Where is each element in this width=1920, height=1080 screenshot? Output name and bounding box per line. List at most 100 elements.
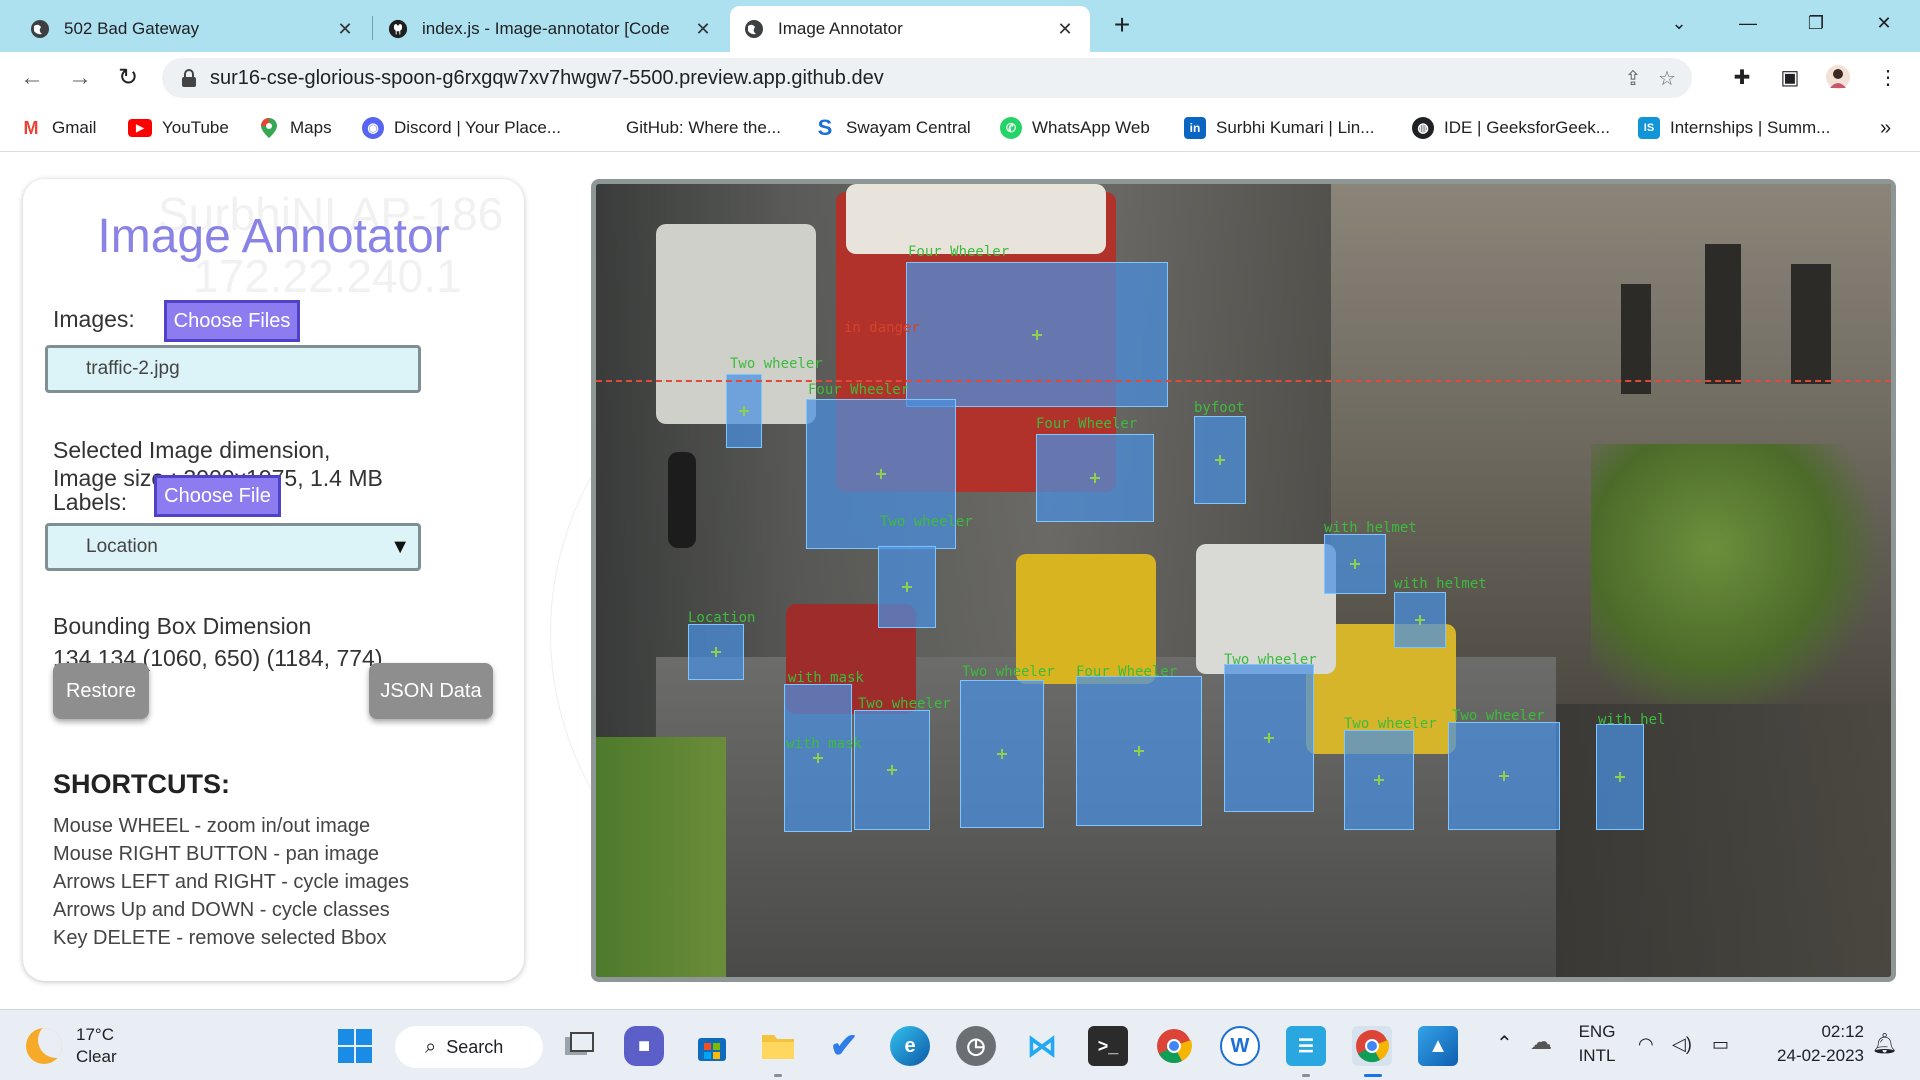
class-select[interactable]: Location ▼ bbox=[45, 523, 421, 571]
teams-chat-icon[interactable]: ■ bbox=[624, 1026, 664, 1066]
bbox-location[interactable] bbox=[688, 624, 744, 680]
tab-bad-gateway[interactable]: 502 Bad Gateway ✕ bbox=[16, 6, 370, 52]
bookmark-linkedin[interactable]: in Surbhi Kumari | Lin... bbox=[1184, 114, 1374, 142]
wifi-icon[interactable]: ◠ bbox=[1638, 1032, 1654, 1056]
tab-image-annotator[interactable]: Image Annotator ✕ bbox=[730, 6, 1090, 52]
tab-index-js[interactable]: index.js - Image-annotator [Code ✕ bbox=[374, 6, 728, 52]
image-select[interactable]: traffic-2.jpg bbox=[45, 345, 421, 393]
notepad-icon[interactable]: ☰ bbox=[1286, 1026, 1326, 1066]
close-icon[interactable]: ✕ bbox=[1054, 19, 1076, 40]
language-indicator[interactable]: ENG INTL bbox=[1570, 1020, 1624, 1068]
moon-icon bbox=[26, 1028, 62, 1064]
weather-condition: Clear bbox=[76, 1047, 117, 1066]
taskbar-search[interactable]: ⌕ Search bbox=[395, 1026, 543, 1068]
bbox-two-wheeler[interactable] bbox=[878, 546, 936, 628]
side-panel-icon[interactable]: ▣ bbox=[1776, 64, 1804, 92]
tab-title: index.js - Image-annotator [Code bbox=[422, 19, 670, 38]
clock[interactable]: 02:12 24-02-2023 bbox=[1752, 1020, 1864, 1068]
bbox-with-helmet[interactable] bbox=[1324, 534, 1386, 594]
bbox-four-wheeler[interactable] bbox=[906, 262, 1168, 407]
edge-browser-icon[interactable]: e bbox=[890, 1026, 930, 1066]
minimize-icon[interactable]: — bbox=[1720, 6, 1776, 40]
page-title: Image Annotator bbox=[97, 210, 450, 263]
bookmark-label: WhatsApp Web bbox=[1032, 118, 1150, 137]
shortcut-line: Mouse RIGHT BUTTON - pan image bbox=[53, 843, 380, 865]
bookmark-whatsapp[interactable]: ✆ WhatsApp Web bbox=[1000, 114, 1150, 142]
menu-dots-icon[interactable]: ⋮ bbox=[1874, 64, 1902, 92]
globe-icon: ◍ bbox=[1412, 117, 1434, 139]
annotation-canvas[interactable]: Four Wheeler in danger Two wheeler Four … bbox=[591, 179, 1896, 982]
battery-icon[interactable]: ▭ bbox=[1712, 1032, 1729, 1056]
notification-bell-icon[interactable]: 🔔︎ bbox=[1872, 1032, 1897, 1056]
back-arrow-icon[interactable]: ← bbox=[16, 62, 48, 94]
bbox-two-wheeler[interactable] bbox=[784, 684, 852, 832]
todo-check-icon[interactable]: ✔ bbox=[824, 1026, 864, 1066]
bbox-label: Four Wheeler bbox=[808, 382, 910, 398]
bbox-two-wheeler[interactable] bbox=[726, 374, 762, 448]
building-window bbox=[1621, 284, 1651, 394]
bbox-two-wheeler[interactable] bbox=[854, 710, 930, 830]
bookmark-maps[interactable]: Maps bbox=[258, 114, 332, 142]
bbox-four-wheeler[interactable] bbox=[1036, 434, 1154, 522]
tab-search-chevron-icon[interactable]: ⌄ bbox=[1651, 6, 1707, 40]
microsoft-store-icon[interactable] bbox=[692, 1026, 732, 1066]
clock-app-icon[interactable]: ◷ bbox=[956, 1026, 996, 1066]
new-tab-button[interactable]: + bbox=[1106, 10, 1138, 42]
bbox-two-wheeler[interactable] bbox=[1224, 664, 1314, 812]
windows-taskbar: 17°C Clear ⌕ Search ■ ✔ e ◷ ⋈ >_ W ☰ ▲ ⌃… bbox=[0, 1009, 1920, 1080]
bookmark-internshala[interactable]: IS Internships | Summ... bbox=[1638, 114, 1830, 142]
show-hidden-icons-chevron[interactable]: ⌃ bbox=[1496, 1032, 1513, 1056]
bbox-four-wheeler[interactable] bbox=[1076, 676, 1202, 826]
windows-start-icon[interactable] bbox=[335, 1026, 375, 1066]
bookmark-geeksforgeeks[interactable]: ◍ IDE | GeeksforGeek... bbox=[1412, 114, 1610, 142]
bbox-two-wheeler[interactable] bbox=[1344, 730, 1414, 830]
bookmark-label: GitHub: Where the... bbox=[626, 118, 781, 137]
bbox-with-helmet[interactable] bbox=[1596, 724, 1644, 830]
profile-avatar[interactable] bbox=[1824, 64, 1852, 92]
reload-icon[interactable]: ↻ bbox=[112, 62, 144, 94]
language-bottom: INTL bbox=[1578, 1046, 1616, 1065]
restore-window-icon[interactable]: ❐ bbox=[1788, 6, 1844, 40]
bbox-with-helmet[interactable] bbox=[1394, 592, 1446, 648]
image-select-value: traffic-2.jpg bbox=[86, 358, 180, 379]
bookmark-youtube[interactable]: ▶ YouTube bbox=[128, 114, 229, 142]
close-window-icon[interactable]: ✕ bbox=[1856, 6, 1912, 40]
lock-icon[interactable] bbox=[180, 69, 198, 87]
weather-widget[interactable]: 17°C Clear bbox=[26, 1024, 117, 1068]
vscode-icon[interactable]: ⋈ bbox=[1022, 1026, 1062, 1066]
forward-arrow-icon[interactable]: → bbox=[64, 62, 96, 94]
address-bar[interactable]: sur16-cse-glorious-spoon-g6rxgqw7xv7hwgw… bbox=[162, 58, 1692, 98]
photos-icon[interactable]: ▲ bbox=[1418, 1026, 1458, 1066]
speaker-icon[interactable]: ◁) bbox=[1672, 1032, 1692, 1056]
bookmarks-overflow-button[interactable]: » bbox=[1880, 114, 1891, 142]
onedrive-cloud-icon[interactable]: ☁ bbox=[1530, 1030, 1552, 1054]
traffic-photo[interactable]: Four Wheeler in danger Two wheeler Four … bbox=[596, 184, 1891, 977]
extensions-puzzle-icon[interactable]: ✚ bbox=[1728, 64, 1756, 92]
terminal-icon[interactable]: >_ bbox=[1088, 1026, 1128, 1066]
bookmark-discord[interactable]: ◉ Discord | Your Place... bbox=[362, 114, 561, 142]
task-view-icon[interactable] bbox=[560, 1026, 600, 1066]
bbox-two-wheeler[interactable] bbox=[1448, 722, 1560, 830]
chrome-icon[interactable] bbox=[1154, 1026, 1194, 1066]
gmail-icon: M bbox=[23, 117, 39, 138]
share-icon[interactable]: ⇪ bbox=[1616, 66, 1650, 91]
choose-files-button[interactable]: Choose Files bbox=[164, 300, 300, 342]
close-icon[interactable]: ✕ bbox=[334, 19, 356, 40]
bbox-two-wheeler[interactable] bbox=[960, 680, 1044, 828]
file-explorer-icon[interactable] bbox=[758, 1026, 798, 1066]
bbox-byfoot[interactable] bbox=[1194, 416, 1246, 504]
whiteboard-icon[interactable]: W bbox=[1220, 1026, 1260, 1066]
chrome-profile-icon[interactable] bbox=[1352, 1026, 1392, 1066]
choose-label-file-button[interactable]: Choose File bbox=[154, 475, 281, 517]
star-icon[interactable]: ☆ bbox=[1650, 66, 1684, 91]
bookmark-swayam[interactable]: S Swayam Central bbox=[814, 114, 971, 142]
url-text[interactable]: sur16-cse-glorious-spoon-g6rxgqw7xv7hwgw… bbox=[210, 67, 1616, 90]
restore-button[interactable]: Restore bbox=[53, 663, 149, 719]
bbox-label: Location bbox=[688, 610, 756, 626]
bookmark-github[interactable]: GitHub: Where the... bbox=[626, 114, 781, 142]
bookmark-gmail[interactable]: M Gmail bbox=[20, 114, 97, 142]
bbox-label: Four Wheeler bbox=[1076, 664, 1178, 680]
close-icon[interactable]: ✕ bbox=[692, 19, 714, 40]
json-data-button[interactable]: JSON Data bbox=[369, 663, 493, 719]
building-window bbox=[1791, 264, 1831, 384]
